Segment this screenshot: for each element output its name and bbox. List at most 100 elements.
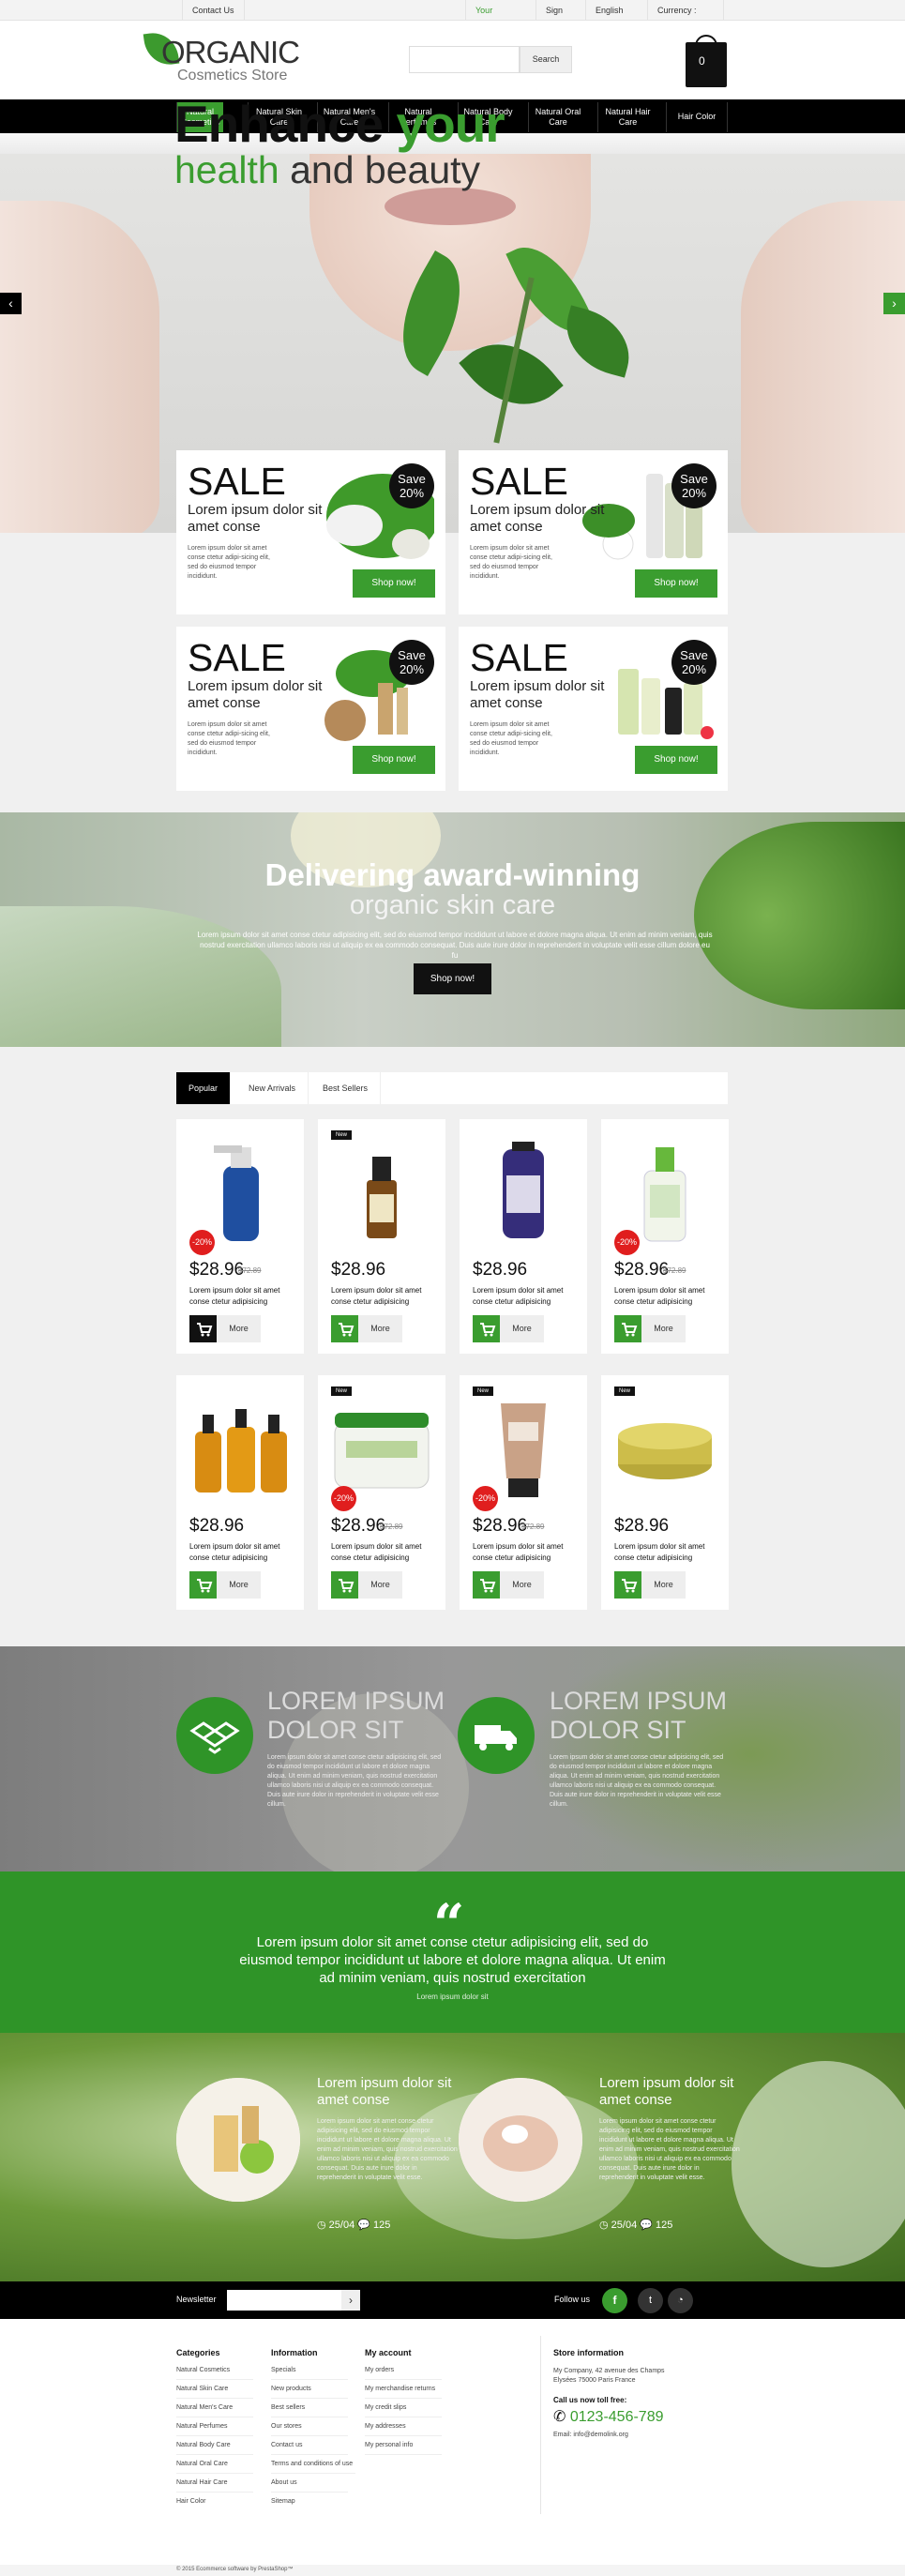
more-button[interactable]: More xyxy=(217,1571,261,1599)
product-card[interactable]: New -20% $28.96 $72.89 Lorem ipsum dolor… xyxy=(318,1375,445,1610)
search-button[interactable]: Search xyxy=(520,46,572,73)
promo-card[interactable]: SALE Lorem ipsum dolor sit amet conse Lo… xyxy=(176,627,445,791)
product-price: $28.96 xyxy=(614,1260,670,1280)
more-button[interactable]: More xyxy=(641,1315,686,1342)
product-name[interactable]: Lorem ipsum dolor sit amet conse ctetur … xyxy=(189,1285,294,1308)
slider-next-arrow-icon[interactable]: › xyxy=(883,293,905,314)
product-card[interactable]: -20% $28.96 $72.89 Lorem ipsum dolor sit… xyxy=(601,1119,729,1354)
facebook-icon[interactable]: f xyxy=(602,2288,627,2313)
currency-select[interactable]: Currency : USD ⌄ xyxy=(647,0,724,36)
product-name[interactable]: Lorem ipsum dolor sit amet conse ctetur … xyxy=(331,1285,436,1308)
shop-now-button[interactable]: Shop now! xyxy=(353,746,435,774)
footer-link[interactable]: Our stores xyxy=(271,2423,348,2436)
add-to-cart-button[interactable] xyxy=(473,1571,500,1599)
product-card[interactable]: $28.96 Lorem ipsum dolor sit amet conse … xyxy=(460,1119,587,1354)
language-select[interactable]: English ⌄ xyxy=(585,0,641,36)
product-card[interactable]: New $28.96 Lorem ipsum dolor sit amet co… xyxy=(601,1375,729,1610)
more-button[interactable]: More xyxy=(500,1315,544,1342)
product-card[interactable]: -20% $28.96 $72.89 Lorem ipsum dolor sit… xyxy=(176,1119,304,1354)
features-section xyxy=(0,1646,905,1871)
discount-badge: -20% xyxy=(614,1230,640,1255)
sign-in-link[interactable]: Sign in xyxy=(535,0,578,36)
blog-title[interactable]: Lorem ipsum dolor sit amet conse xyxy=(317,2075,458,2109)
phone-number[interactable]: ✆ 0123-456-789 xyxy=(553,2407,664,2426)
footer-link[interactable]: New products xyxy=(271,2386,348,2399)
product-name[interactable]: Lorem ipsum dolor sit amet conse ctetur … xyxy=(614,1541,719,1564)
your-account-link[interactable]: Your Account xyxy=(465,0,527,36)
footer-link[interactable]: Natural Hair Care xyxy=(176,2479,253,2493)
product-name[interactable]: Lorem ipsum dolor sit amet conse ctetur … xyxy=(331,1541,436,1564)
add-to-cart-button[interactable] xyxy=(331,1571,358,1599)
footer-link[interactable]: Hair Color xyxy=(176,2498,253,2510)
newsletter-input[interactable] xyxy=(227,2290,341,2311)
footer-link[interactable]: Natural Body Care xyxy=(176,2442,253,2455)
footer-link[interactable]: My credit slips xyxy=(365,2404,442,2417)
blog-image[interactable] xyxy=(176,2078,300,2202)
email-link[interactable]: info@demolink.org xyxy=(573,2432,627,2438)
footer-link[interactable]: About us xyxy=(271,2479,348,2493)
shop-now-button[interactable]: Shop now! xyxy=(353,569,435,598)
footer-link[interactable]: Sitemap xyxy=(271,2498,348,2510)
footer-link[interactable]: My merchandise returns xyxy=(365,2386,442,2399)
product-price: $28.96 xyxy=(331,1516,386,1536)
product-card[interactable]: $28.96 Lorem ipsum dolor sit amet conse … xyxy=(176,1375,304,1610)
promo-card[interactable]: SALE Lorem ipsum dolor sit amet conse Lo… xyxy=(459,627,728,791)
logo-title[interactable]: ORGANIC xyxy=(161,35,300,70)
product-name[interactable]: Lorem ipsum dolor sit amet conse ctetur … xyxy=(189,1541,294,1564)
tab-popular[interactable]: Popular xyxy=(176,1072,232,1104)
add-to-cart-button[interactable] xyxy=(331,1315,358,1342)
add-to-cart-button[interactable] xyxy=(189,1571,217,1599)
footer-link[interactable]: My addresses xyxy=(365,2423,442,2436)
add-to-cart-button[interactable] xyxy=(189,1315,217,1342)
footer-link[interactable]: Natural Skin Care xyxy=(176,2386,253,2399)
flower-image xyxy=(732,2061,905,2267)
shop-now-button[interactable]: Shop now! xyxy=(635,569,717,598)
blog-image[interactable] xyxy=(459,2078,582,2202)
more-button[interactable]: More xyxy=(217,1315,261,1342)
add-to-cart-button[interactable] xyxy=(614,1571,641,1599)
footer-link[interactable]: My orders xyxy=(365,2367,442,2380)
footer-link[interactable]: Best sellers xyxy=(271,2404,348,2417)
newsletter-submit-arrow-icon[interactable]: › xyxy=(341,2290,360,2311)
product-name[interactable]: Lorem ipsum dolor sit amet conse ctetur … xyxy=(473,1541,578,1564)
footer-link[interactable]: Natural Men's Care xyxy=(176,2404,253,2417)
add-to-cart-button[interactable] xyxy=(614,1315,641,1342)
footer-link[interactable]: Specials xyxy=(271,2367,348,2380)
footer-link[interactable]: Natural Cosmetics xyxy=(176,2367,253,2380)
nav-item-natural-hair-care[interactable]: Natural Hair Care xyxy=(597,102,657,132)
more-button[interactable]: More xyxy=(358,1571,402,1599)
contact-us-link[interactable]: Contact Us xyxy=(182,0,245,21)
footer-link[interactable]: Contact us xyxy=(271,2442,348,2455)
promo-card[interactable]: SALE Lorem ipsum dolor sit amet conse Lo… xyxy=(459,450,728,614)
more-button[interactable]: More xyxy=(358,1315,402,1342)
dropbox-icon xyxy=(189,1721,240,1754)
search-input[interactable] xyxy=(409,46,520,73)
product-card[interactable]: New -20% $28.96 $72.89 Lorem ipsum dolor… xyxy=(460,1375,587,1610)
shop-now-button[interactable]: Shop now! xyxy=(635,746,717,774)
footer-link[interactable]: Terms and conditions of use xyxy=(271,2461,355,2474)
discount-badge: -20% xyxy=(331,1486,356,1511)
cart-icon xyxy=(622,1323,638,1337)
more-button[interactable]: More xyxy=(500,1571,544,1599)
aloe-shop-now-button[interactable]: Shop now! xyxy=(414,963,491,994)
tab-best-sellers[interactable]: Best Sellers xyxy=(310,1072,382,1104)
footer-link[interactable]: Natural Oral Care xyxy=(176,2461,253,2474)
footer-link[interactable]: My personal info xyxy=(365,2442,442,2455)
slider-prev-arrow-icon[interactable]: ‹ xyxy=(0,293,22,314)
more-button[interactable]: More xyxy=(641,1571,686,1599)
add-to-cart-button[interactable] xyxy=(473,1315,500,1342)
quote-text: Lorem ipsum dolor sit amet conse ctetur … xyxy=(239,1934,666,1986)
product-name[interactable]: Lorem ipsum dolor sit amet conse ctetur … xyxy=(473,1285,578,1308)
nav-item-hair-color[interactable]: Hair Color xyxy=(666,102,728,132)
new-badge: New xyxy=(331,1130,353,1140)
rss-icon[interactable]: ◔ xyxy=(668,2288,693,2313)
promo-card[interactable]: SALE Lorem ipsum dolor sit amet conse Lo… xyxy=(176,450,445,614)
tab-new-arrivals[interactable]: New Arrivals xyxy=(236,1072,309,1104)
cart-bag-icon[interactable] xyxy=(686,42,727,87)
twitter-icon[interactable]: t xyxy=(638,2288,663,2313)
blog-title[interactable]: Lorem ipsum dolor sit amet conse xyxy=(599,2075,740,2109)
nav-item-natural-oral-care[interactable]: Natural Oral Care xyxy=(528,102,587,132)
product-name[interactable]: Lorem ipsum dolor sit amet conse ctetur … xyxy=(614,1285,719,1308)
footer-link[interactable]: Natural Perfumes xyxy=(176,2423,253,2436)
product-card[interactable]: New $28.96 Lorem ipsum dolor sit amet co… xyxy=(318,1119,445,1354)
